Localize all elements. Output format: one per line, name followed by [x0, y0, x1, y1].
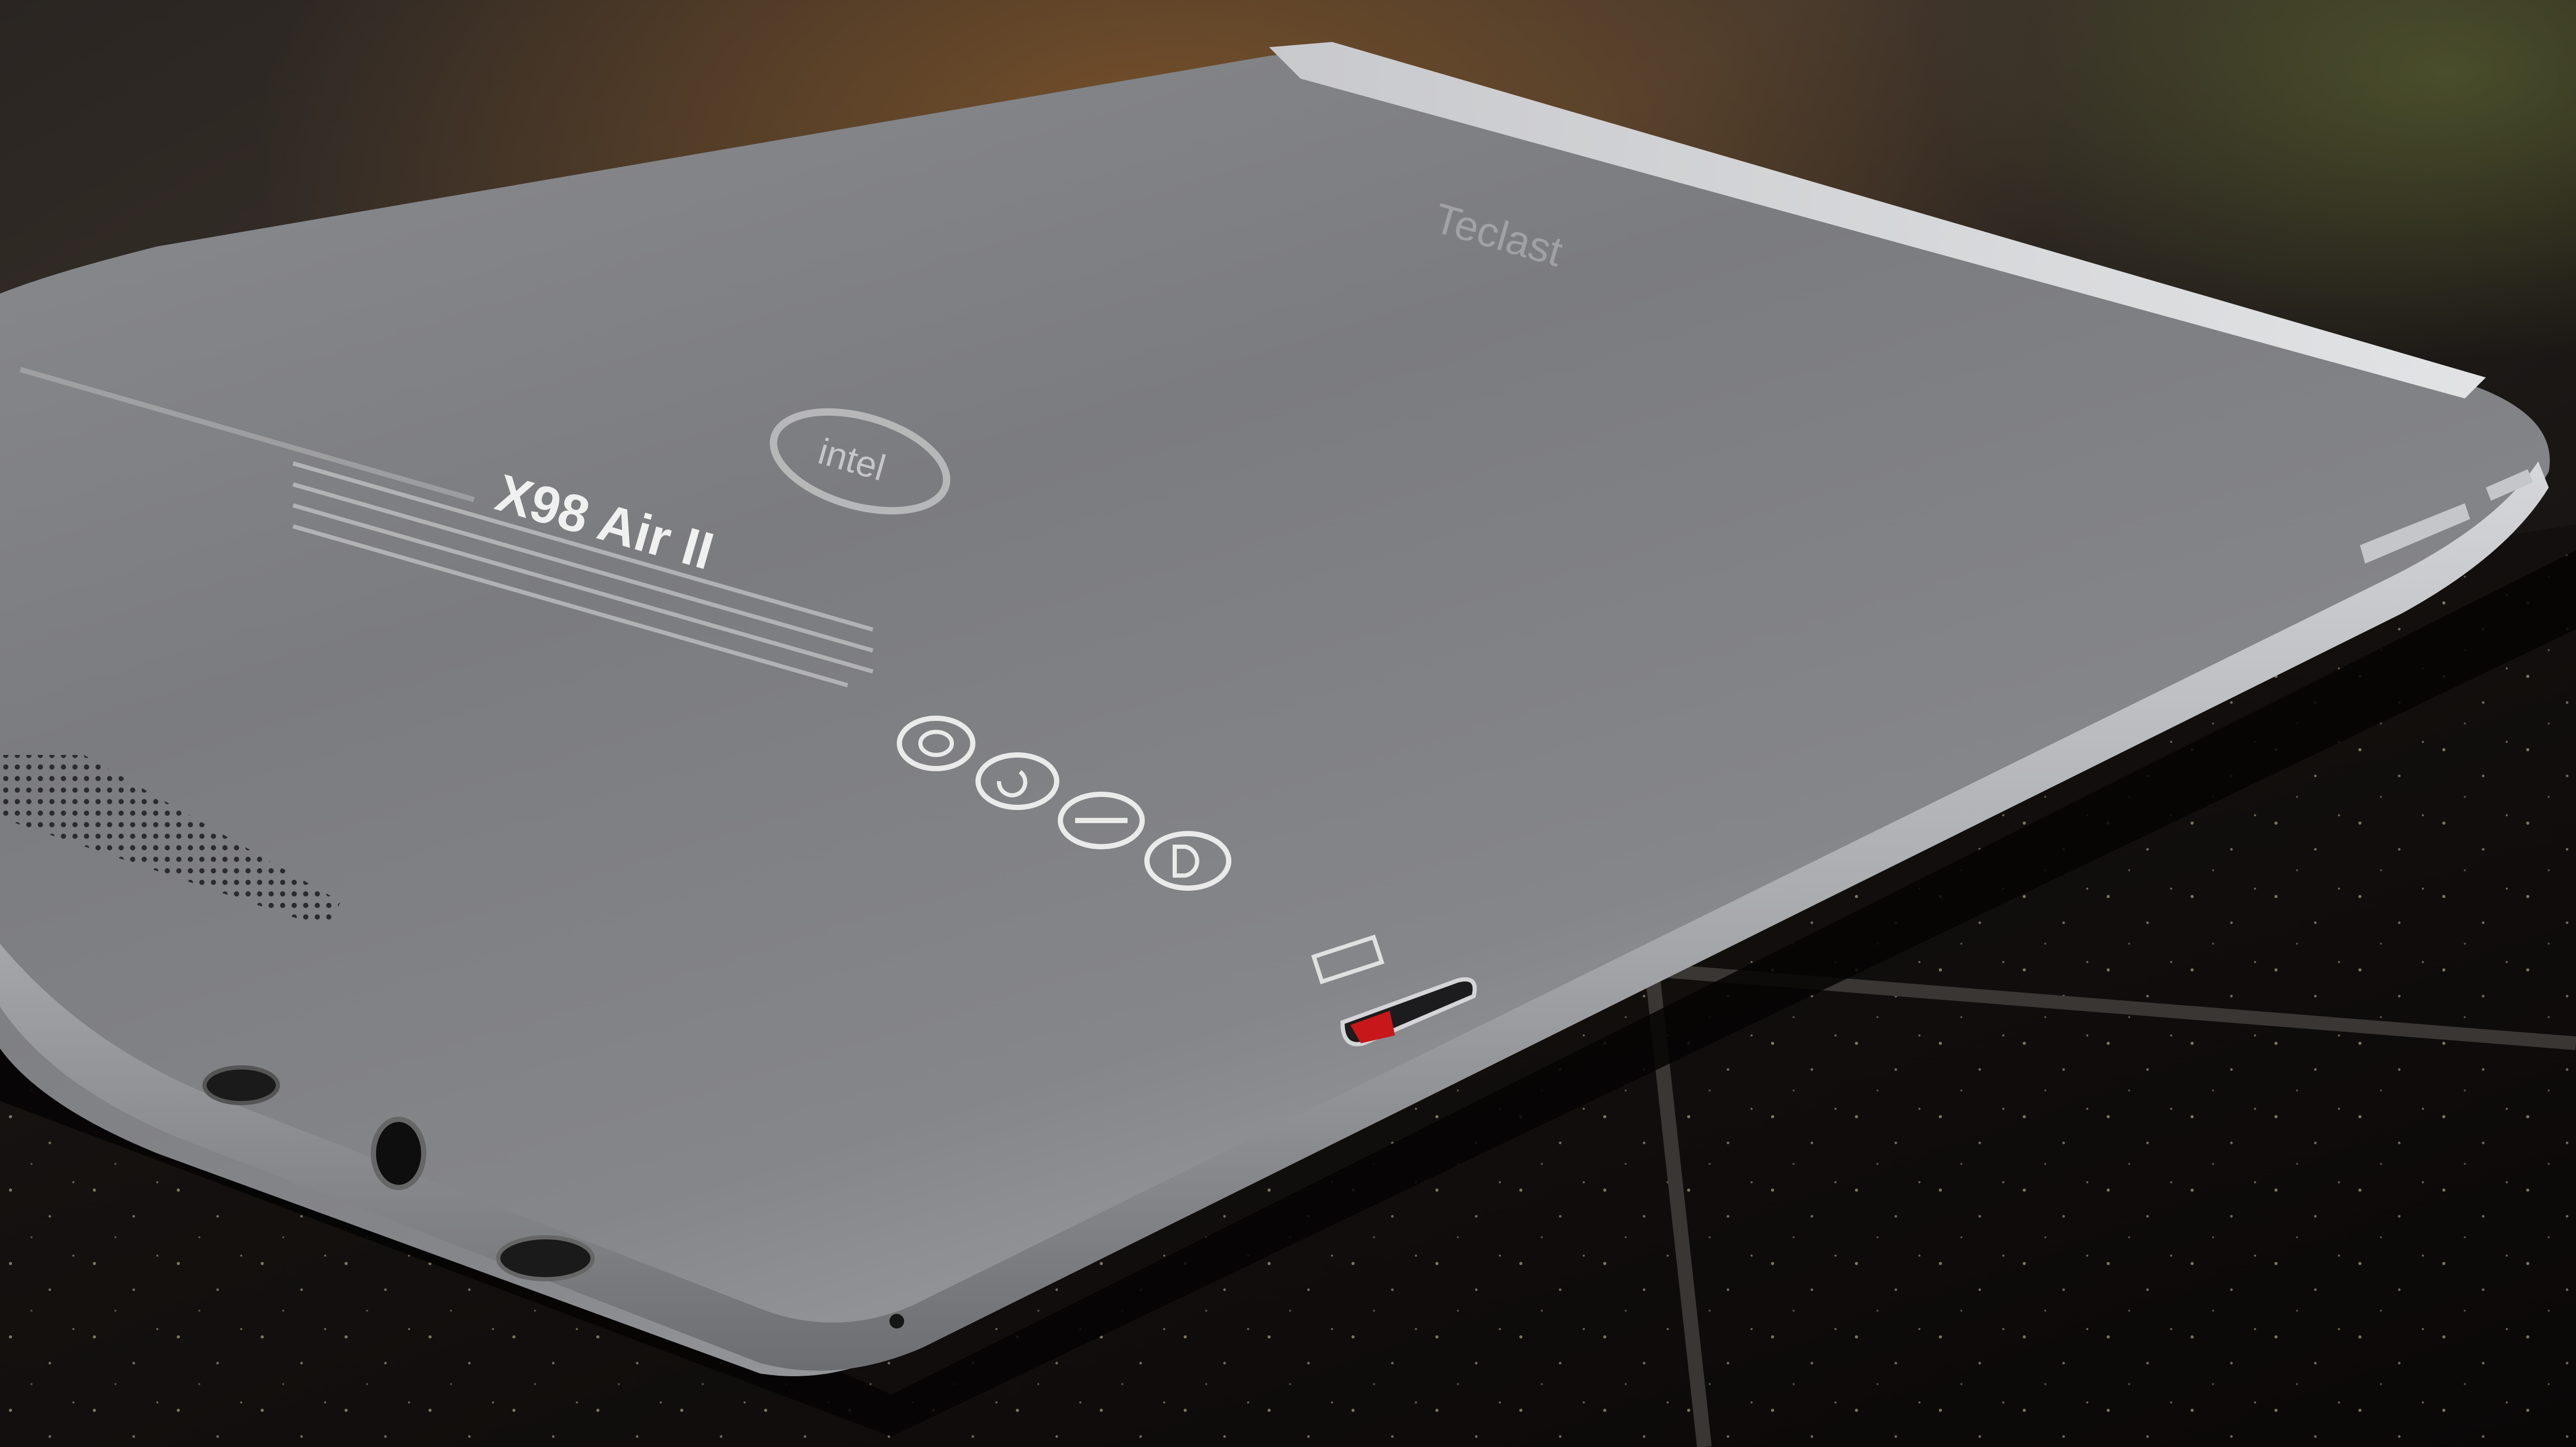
headphone-jack — [371, 1117, 426, 1190]
mic-hole — [889, 1314, 904, 1329]
hdmi-port — [202, 1065, 280, 1105]
tablet-photo: Teclast intel X98 Air II — [0, 0, 2576, 1447]
usb-port — [496, 1235, 595, 1281]
photo-scene: Teclast intel X98 Air II — [0, 0, 2576, 1447]
